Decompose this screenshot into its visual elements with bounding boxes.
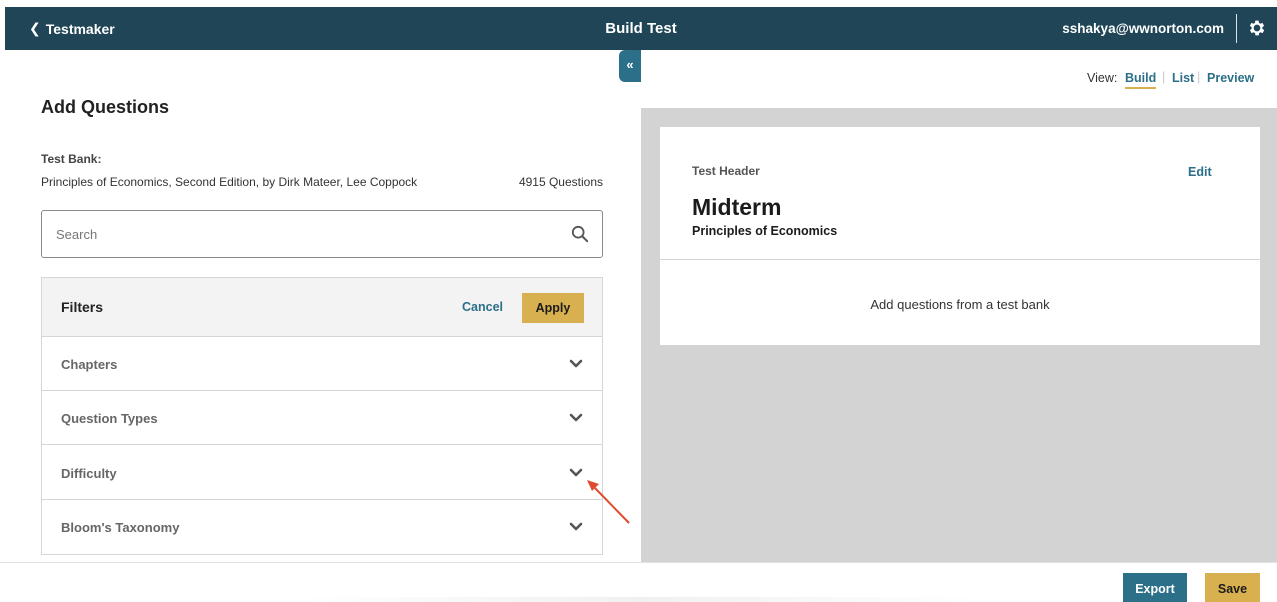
test-header-label: Test Header	[692, 164, 760, 178]
search-input[interactable]	[56, 211, 556, 257]
filter-difficulty[interactable]: Difficulty	[42, 446, 602, 500]
save-button[interactable]: Save	[1205, 573, 1260, 602]
cancel-filters-button[interactable]: Cancel	[462, 300, 503, 314]
empty-state-text: Add questions from a test bank	[870, 297, 1050, 312]
footer-shadow	[300, 597, 980, 602]
question-count: 4915 Questions	[518, 175, 603, 189]
user-account-menu[interactable]: sshakya@wwnorton.com	[1062, 7, 1224, 50]
chevron-down-icon[interactable]	[569, 468, 583, 478]
filter-label: Difficulty	[61, 466, 117, 481]
chevron-left-icon: ❮	[29, 20, 41, 36]
collapse-panel-button[interactable]: «	[619, 50, 641, 82]
view-separator: |	[1162, 70, 1166, 84]
search-icon[interactable]	[571, 225, 589, 243]
filter-label: Chapters	[61, 357, 118, 372]
view-label: View:	[1087, 71, 1118, 85]
test-title: Midterm	[692, 194, 782, 220]
add-questions-heading: Add Questions	[41, 97, 170, 117]
test-bank-label: Test Bank:	[41, 152, 102, 166]
test-subtitle: Principles of Economics	[692, 224, 838, 238]
back-to-testmaker-link[interactable]: ❮ Testmaker	[29, 7, 115, 50]
back-link-label: Testmaker	[45, 20, 115, 37]
test-bank-name: Principles of Economics, Second Edition,…	[41, 175, 418, 189]
view-separator: |	[1197, 70, 1201, 84]
filter-label: Bloom's Taxonomy	[61, 520, 180, 535]
view-preview-link[interactable]: Preview	[1207, 71, 1254, 85]
filters-header: Filters Cancel Apply	[42, 278, 602, 337]
filters-panel: Filters Cancel Apply Chapters Question T…	[41, 277, 603, 555]
footer-bar	[0, 562, 1277, 602]
export-button[interactable]: Export	[1123, 573, 1187, 602]
filter-label: Question Types	[61, 411, 158, 426]
filter-chapters[interactable]: Chapters	[42, 337, 602, 391]
chevron-down-icon[interactable]	[569, 413, 583, 423]
filter-blooms-taxonomy[interactable]: Bloom's Taxonomy	[42, 500, 602, 554]
view-build-link[interactable]: Build	[1125, 71, 1157, 89]
topbar-divider	[1236, 14, 1237, 43]
test-card: Test Header Edit Midterm Principles of E…	[660, 127, 1260, 345]
edit-header-link[interactable]: Edit	[1188, 165, 1212, 179]
chevron-down-icon[interactable]	[569, 359, 583, 369]
view-list-link[interactable]: List	[1172, 71, 1194, 85]
apply-filters-button[interactable]: Apply	[522, 293, 584, 323]
filters-title: Filters	[61, 299, 104, 315]
filter-question-types[interactable]: Question Types	[42, 391, 602, 445]
top-bar: ❮ Testmaker Build Test sshakya@wwnorton.…	[5, 7, 1277, 50]
view-switcher: View: Build | List | Preview	[641, 50, 1277, 108]
test-header-section: Test Header Edit Midterm Principles of E…	[660, 127, 1260, 260]
search-box	[41, 210, 603, 258]
chevron-down-icon[interactable]	[569, 522, 583, 532]
gear-icon[interactable]	[1247, 18, 1267, 38]
